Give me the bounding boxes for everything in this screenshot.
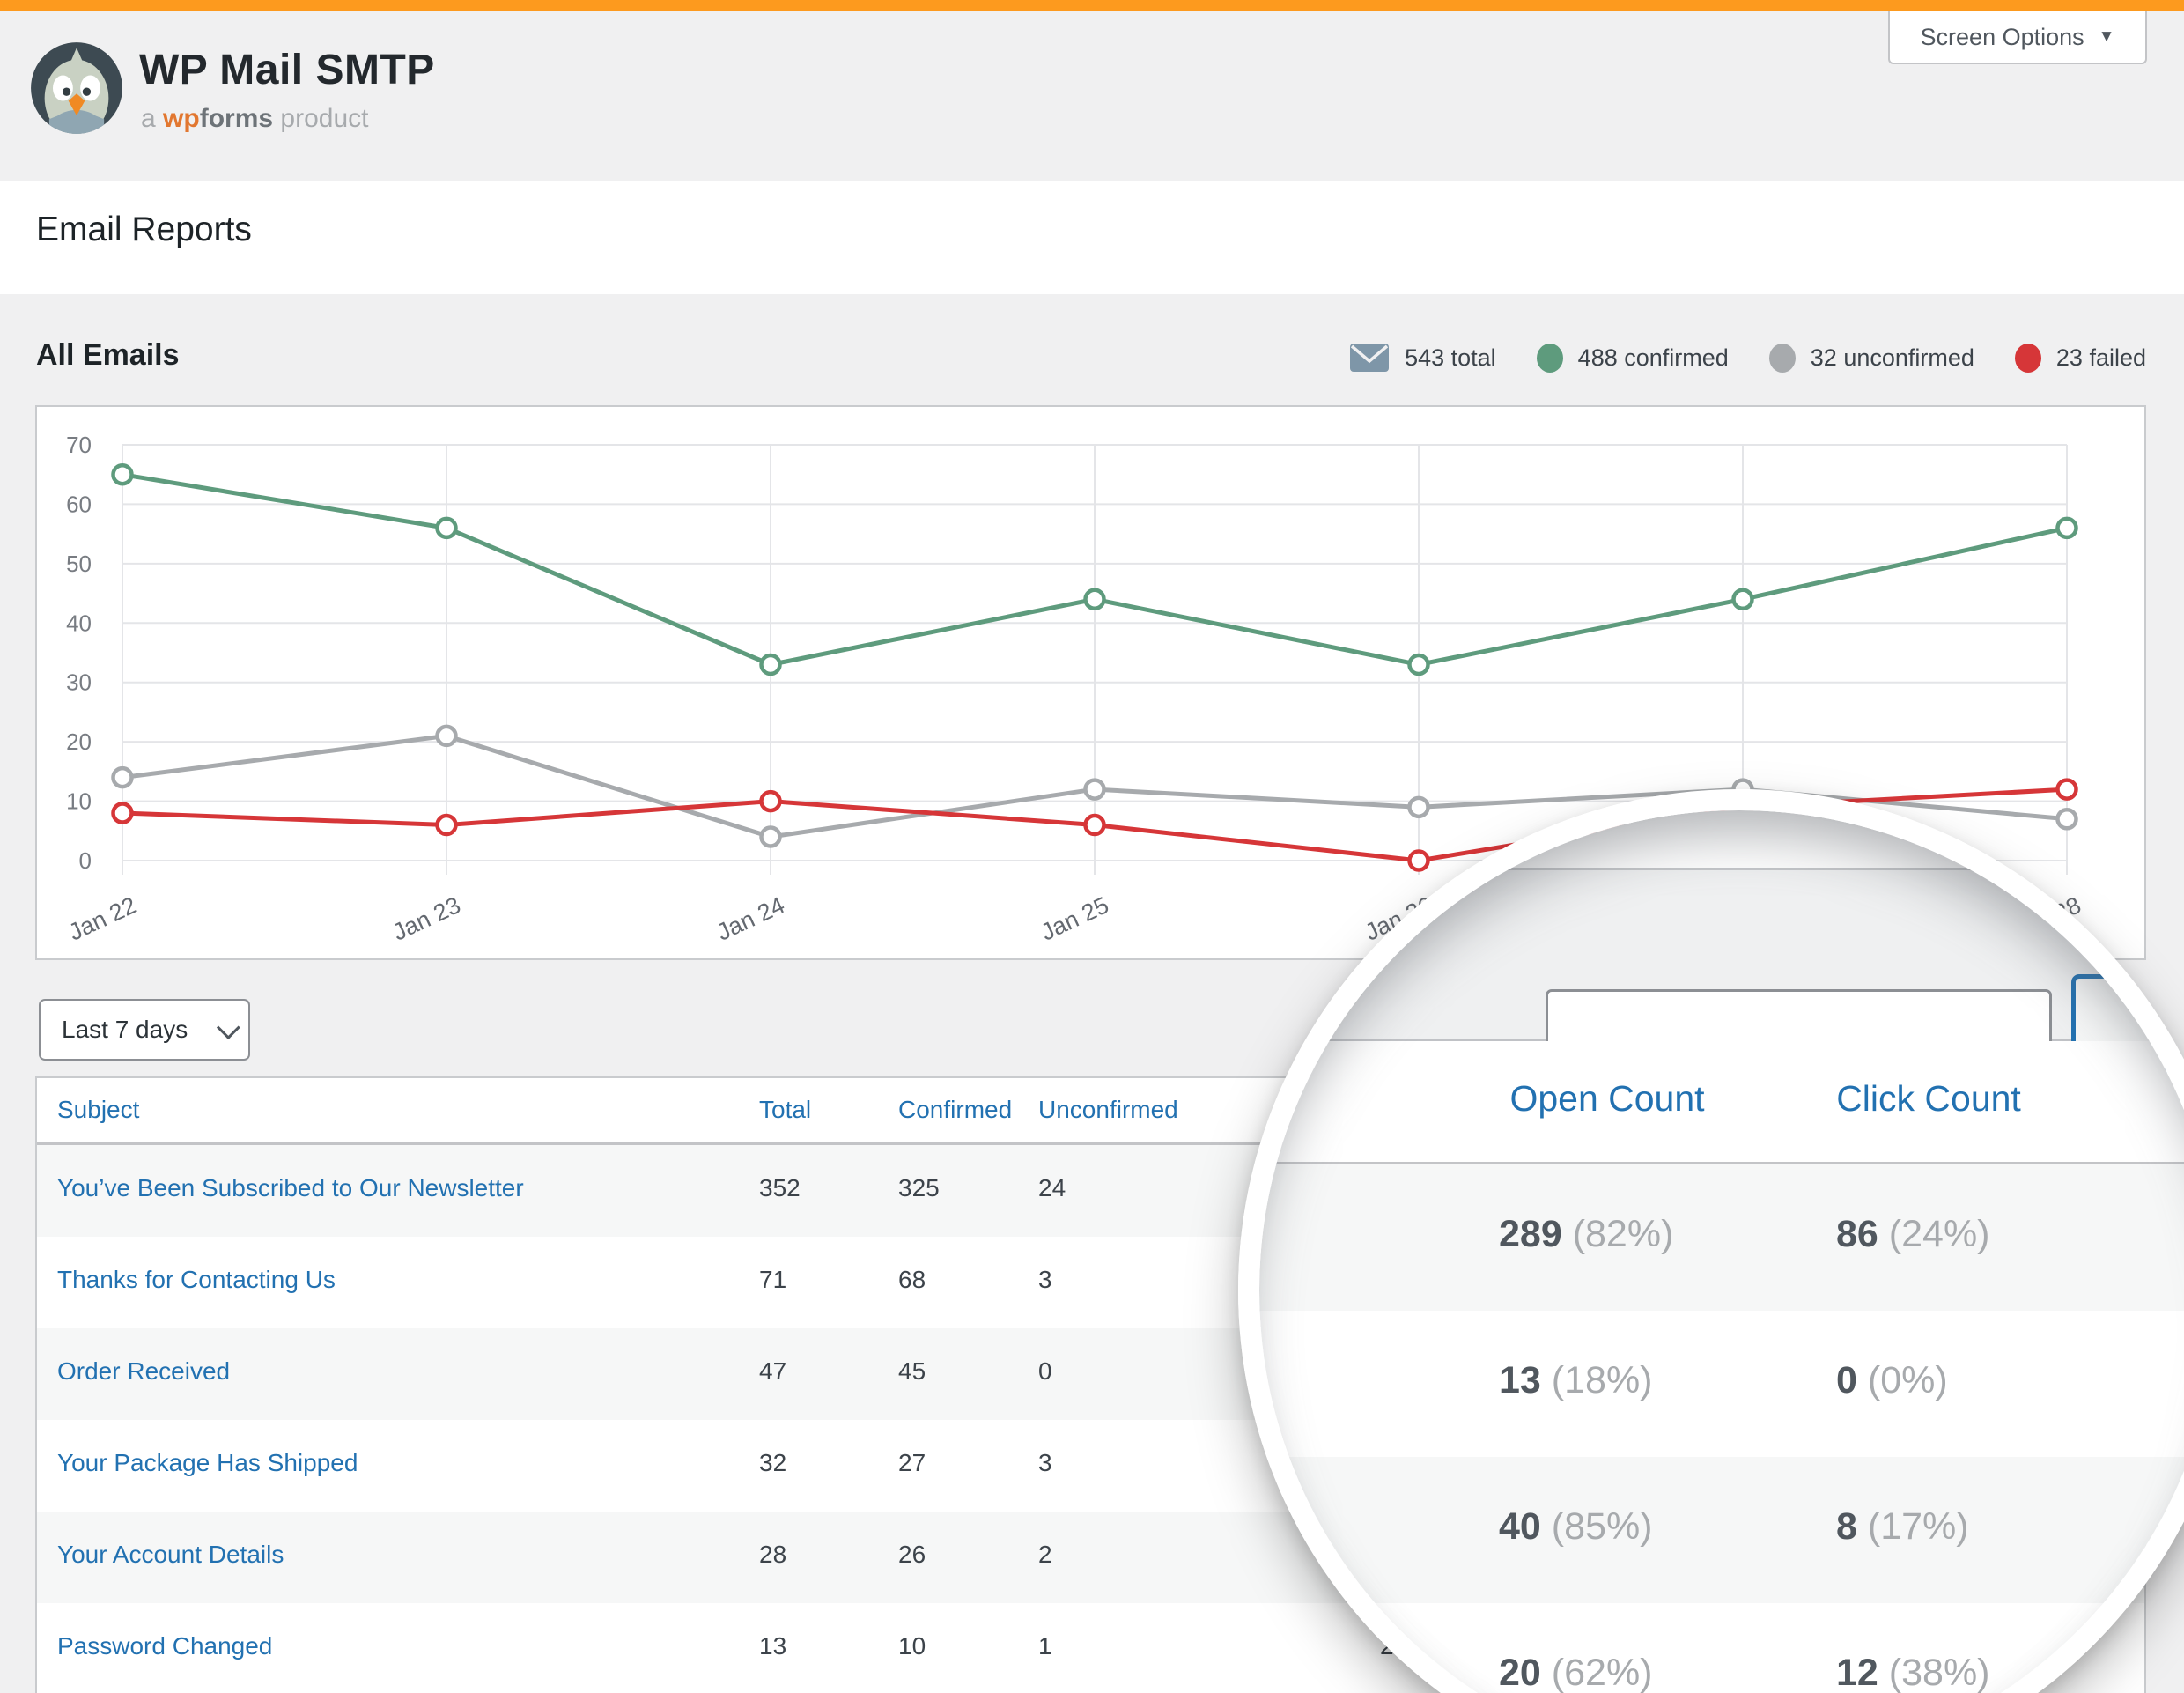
email-reports-page: Screen Options ▼ WP Mail SMTP a wpforms … bbox=[0, 0, 2184, 1693]
click-count-cell: 12 (38%) bbox=[1836, 1652, 1990, 1693]
date-range-value: Last 7 days bbox=[62, 1016, 188, 1044]
click-count-cell: 8 (17%) bbox=[1836, 1505, 1969, 1549]
column-header-subject[interactable]: Subject bbox=[57, 1096, 139, 1124]
wpforms-brand-wp: wp bbox=[163, 104, 200, 133]
unconfirmed-cell: 3 bbox=[1038, 1266, 1052, 1294]
total-cell: 47 bbox=[759, 1357, 786, 1386]
chart-legend: 543 total 488 confirmed 32 unconfirmed 23 f… bbox=[1349, 338, 2146, 377]
column-header-unconfirmed[interactable]: Unconfirmed bbox=[1038, 1096, 1178, 1124]
lens-chart-sliver bbox=[1259, 810, 2184, 870]
lens-toolbar bbox=[1259, 870, 2184, 1041]
subject-link[interactable]: You’ve Been Subscribed to Our Newsletter bbox=[57, 1174, 524, 1202]
legend-item: 23 failed bbox=[2015, 344, 2146, 373]
svg-text:Jan 25: Jan 25 bbox=[1037, 891, 1112, 945]
total-cell: 28 bbox=[759, 1541, 786, 1569]
app-title: WP Mail SMTP bbox=[139, 46, 435, 94]
legend-item: 32 unconfirmed bbox=[1769, 344, 1974, 373]
page-title: Email Reports bbox=[36, 211, 252, 249]
unconfirmed-cell: 1 bbox=[1038, 1632, 1052, 1660]
legend-label: 32 unconfirmed bbox=[1811, 344, 1974, 372]
legend-label: 488 confirmed bbox=[1578, 344, 1729, 372]
svg-text:60: 60 bbox=[66, 491, 92, 517]
unconfirmed-cell: 24 bbox=[1038, 1174, 1066, 1202]
confirmed-cell: 10 bbox=[898, 1632, 926, 1660]
open-count-cell: 289 (82%) bbox=[1499, 1213, 1673, 1256]
page-title-band: Email Reports bbox=[0, 181, 2184, 294]
confirmed-cell: 68 bbox=[898, 1266, 926, 1294]
column-header-open-count[interactable]: Open Count bbox=[1509, 1078, 1704, 1120]
column-header-click-count[interactable]: Click Count bbox=[1836, 1078, 2021, 1120]
svg-text:40: 40 bbox=[66, 610, 92, 636]
total-cell: 71 bbox=[759, 1266, 786, 1294]
lens-table-row: 20 (62%) 12 (38%) bbox=[1259, 1603, 2184, 1693]
legend-dot-icon bbox=[1769, 344, 1796, 373]
subject-link[interactable]: Thanks for Contacting Us bbox=[57, 1266, 336, 1294]
screen-options-label: Screen Options bbox=[1921, 24, 2084, 51]
legend-item: 488 confirmed bbox=[1537, 344, 1729, 373]
lens-table-row: 13 (18%) 0 (0%) bbox=[1259, 1311, 2184, 1457]
click-count-cell: 86 (24%) bbox=[1836, 1213, 1990, 1256]
click-count-cell: 0 (0%) bbox=[1836, 1359, 1948, 1402]
total-cell: 352 bbox=[759, 1174, 801, 1202]
legend-label: 23 failed bbox=[2056, 344, 2146, 372]
legend-dot-icon bbox=[2015, 344, 2041, 373]
unconfirmed-cell: 3 bbox=[1038, 1449, 1052, 1477]
column-header-total[interactable]: Total bbox=[759, 1096, 811, 1124]
lens-table-row: 289 (82%) 86 (24%) bbox=[1259, 1164, 2184, 1311]
confirmed-cell: 26 bbox=[898, 1541, 926, 1569]
lens-table-row: 40 (85%) 8 (17%) bbox=[1259, 1457, 2184, 1603]
wp-mail-smtp-logo bbox=[29, 41, 124, 136]
lens-header-row: Open Count Click Count bbox=[1259, 1041, 2184, 1164]
unconfirmed-cell: 2 bbox=[1038, 1541, 1052, 1569]
svg-text:Jan 24: Jan 24 bbox=[712, 891, 788, 945]
unconfirmed-cell: 0 bbox=[1038, 1357, 1052, 1386]
envelope-icon bbox=[1349, 343, 1390, 373]
confirmed-cell: 27 bbox=[898, 1449, 926, 1477]
chevron-down-icon: ▼ bbox=[2099, 27, 2115, 47]
subject-link[interactable]: Order Received bbox=[57, 1357, 230, 1386]
app-tagline: a wpforms product bbox=[141, 104, 368, 134]
svg-text:50: 50 bbox=[66, 551, 92, 577]
confirmed-cell: 325 bbox=[898, 1174, 940, 1202]
svg-text:30: 30 bbox=[66, 669, 92, 696]
legend-dot-icon bbox=[1537, 344, 1563, 373]
total-cell: 32 bbox=[759, 1449, 786, 1477]
section-title: All Emails bbox=[36, 338, 180, 373]
open-count-cell: 40 (85%) bbox=[1499, 1505, 1653, 1549]
legend-label: 543 total bbox=[1405, 344, 1496, 372]
subject-link[interactable]: Your Account Details bbox=[57, 1541, 284, 1569]
column-header-confirmed[interactable]: Confirmed bbox=[898, 1096, 1012, 1124]
total-cell: 13 bbox=[759, 1632, 786, 1660]
svg-text:0: 0 bbox=[79, 847, 92, 874]
open-count-cell: 20 (62%) bbox=[1499, 1652, 1653, 1693]
svg-text:70: 70 bbox=[66, 432, 92, 458]
subject-link[interactable]: Your Package Has Shipped bbox=[57, 1449, 358, 1477]
svg-text:10: 10 bbox=[66, 788, 92, 815]
magnifier-lens: Open Count Click Count 289 (82%) 86 (24%… bbox=[1259, 810, 2184, 1693]
date-range-select[interactable]: Last 7 days bbox=[39, 999, 250, 1061]
svg-text:Jan 23: Jan 23 bbox=[388, 891, 464, 945]
confirmed-cell: 45 bbox=[898, 1357, 926, 1386]
screen-options-button[interactable]: Screen Options ▼ bbox=[1888, 11, 2147, 64]
chevron-down-icon bbox=[217, 1016, 240, 1039]
top-accent-bar bbox=[0, 0, 2184, 11]
legend-item: 543 total bbox=[1349, 343, 1496, 373]
subject-link[interactable]: Password Changed bbox=[57, 1632, 272, 1660]
wpforms-brand-forms: forms bbox=[200, 104, 273, 133]
open-count-cell: 13 (18%) bbox=[1499, 1359, 1653, 1402]
svg-text:20: 20 bbox=[66, 728, 92, 755]
svg-text:Jan 22: Jan 22 bbox=[64, 891, 140, 945]
